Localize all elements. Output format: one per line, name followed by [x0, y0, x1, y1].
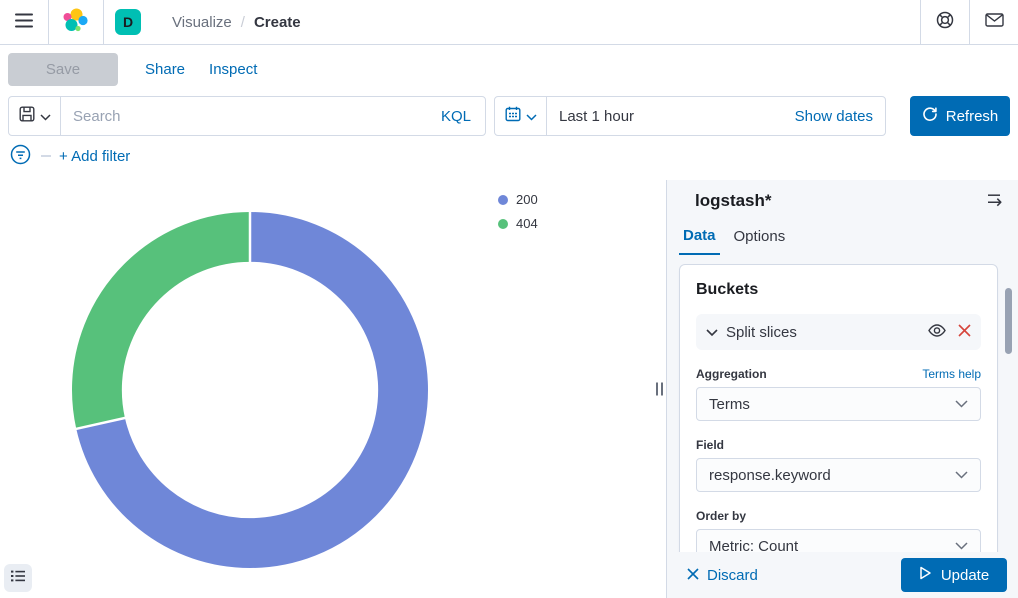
play-icon — [919, 566, 932, 584]
time-picker: Last 1 hour Show dates — [494, 96, 886, 136]
breadcrumb-create: Create — [254, 14, 301, 31]
legend-item[interactable]: 404 — [498, 213, 538, 234]
order-by-label: Order by — [696, 509, 746, 523]
show-dates-button[interactable]: Show dates — [795, 108, 885, 125]
filter-icon — [10, 144, 31, 169]
filter-bar: + Add filter — [0, 138, 1018, 174]
main-content: 200 404 logstash* — [0, 180, 1018, 598]
chevron-down-icon — [955, 471, 968, 479]
breadcrumb-separator: / — [241, 14, 245, 31]
aggregation-value: Terms — [709, 396, 750, 413]
chart-legend: 200 404 — [498, 189, 538, 234]
legend-item[interactable]: 200 — [498, 189, 538, 210]
saved-query-menu-button[interactable] — [9, 97, 61, 135]
chevron-down-icon — [40, 108, 51, 125]
refresh-label: Refresh — [946, 108, 999, 125]
header-spacer — [301, 0, 920, 44]
chevron-down-icon — [955, 400, 968, 408]
time-range-value[interactable]: Last 1 hour — [547, 108, 634, 125]
filter-bar-divider — [41, 155, 51, 157]
list-icon — [10, 568, 26, 588]
help-menu-button[interactable] — [921, 0, 969, 44]
remove-bucket-button[interactable] — [952, 324, 971, 341]
eye-icon — [928, 324, 946, 341]
discard-label: Discard — [707, 567, 758, 584]
update-label: Update — [941, 567, 989, 584]
panel-footer: Discard Update — [667, 552, 1018, 598]
kibana-visualize-create-page: { "header": { "space_badge_label": "D", … — [0, 0, 1018, 598]
bucket-type-label: Split slices — [726, 324, 797, 341]
field-label: Field — [696, 438, 724, 452]
field-select[interactable]: response.keyword — [696, 458, 981, 492]
panel-resize-handle[interactable] — [654, 379, 665, 400]
aggregation-label: Aggregation — [696, 367, 767, 381]
hamburger-icon — [15, 13, 33, 32]
search-input[interactable] — [61, 108, 441, 125]
date-quick-menu-button[interactable] — [495, 97, 547, 135]
discard-button[interactable]: Discard — [687, 567, 758, 584]
inspect-button[interactable]: Inspect — [209, 61, 257, 78]
menu-right-icon — [987, 192, 1004, 211]
order-by-label-row: Order by — [696, 509, 981, 523]
close-icon — [958, 324, 971, 341]
refresh-button[interactable]: Refresh — [910, 96, 1010, 136]
field-value: response.keyword — [709, 467, 831, 484]
panel-scroll-area[interactable]: Buckets Split slices — [667, 260, 1018, 552]
refresh-icon — [922, 106, 938, 126]
data-config-panel: logstash* Data Options Buckets — [666, 180, 1018, 598]
help-icon — [935, 10, 955, 34]
breadcrumb-visualize[interactable]: Visualize — [172, 14, 232, 31]
order-by-value: Metric: Count — [709, 538, 798, 553]
calendar-icon — [505, 106, 521, 126]
aggregation-label-row: Aggregation Terms help — [696, 367, 981, 381]
elastic-logo[interactable] — [49, 0, 103, 44]
visualization-area: 200 404 — [0, 180, 666, 598]
legend-label: 200 — [516, 192, 538, 207]
breadcrumb: Visualize / Create — [172, 0, 301, 44]
toggle-visibility-button[interactable] — [922, 324, 952, 341]
top-bar: D Visualize / Create — [0, 0, 1018, 45]
buckets-heading: Buckets — [696, 281, 981, 299]
tab-options[interactable]: Options — [730, 223, 790, 255]
panel-tabs: Data Options — [679, 223, 1018, 255]
legend-dot-icon — [498, 195, 508, 205]
tab-data[interactable]: Data — [679, 223, 720, 255]
legend-label: 404 — [516, 216, 538, 231]
update-button[interactable]: Update — [901, 558, 1007, 592]
collapse-panel-button[interactable] — [987, 192, 1004, 211]
index-pattern-title: logstash* — [695, 191, 772, 211]
aggregation-select[interactable]: Terms — [696, 387, 981, 421]
field-label-row: Field — [696, 438, 981, 452]
menu-button[interactable] — [0, 0, 48, 44]
space-badge: D — [115, 9, 141, 35]
split-slices-row[interactable]: Split slices — [696, 314, 981, 350]
chevron-down-icon — [955, 542, 968, 550]
space-switcher-button[interactable]: D — [104, 0, 152, 44]
query-language-button[interactable]: KQL — [441, 108, 485, 125]
legend-dot-icon — [498, 219, 508, 229]
donut-chart[interactable] — [0, 180, 500, 598]
search-bar: KQL — [8, 96, 486, 136]
close-icon — [687, 567, 699, 584]
chevron-down-icon — [526, 108, 537, 125]
filter-options-button[interactable] — [8, 144, 33, 169]
scrollbar-thumb[interactable] — [1005, 288, 1012, 354]
buckets-card: Buckets Split slices — [679, 264, 998, 552]
save-button[interactable]: Save — [8, 53, 118, 86]
panel-header: logstash* — [667, 180, 1018, 211]
query-bar: KQL Last 1 hour Show dates Refresh — [0, 96, 1018, 136]
save-query-icon — [19, 106, 35, 126]
terms-help-link[interactable]: Terms help — [922, 367, 981, 381]
chevron-down-icon[interactable] — [706, 324, 718, 341]
legend-toggle-button[interactable] — [4, 564, 32, 592]
visualize-toolbar: Save Share Inspect — [0, 45, 1018, 93]
share-button[interactable]: Share — [145, 61, 185, 78]
elastic-logo-icon — [63, 7, 89, 37]
order-by-select[interactable]: Metric: Count — [696, 529, 981, 552]
mail-icon — [985, 13, 1004, 31]
newsfeed-button[interactable] — [970, 0, 1018, 44]
add-filter-button[interactable]: + Add filter — [59, 148, 130, 165]
